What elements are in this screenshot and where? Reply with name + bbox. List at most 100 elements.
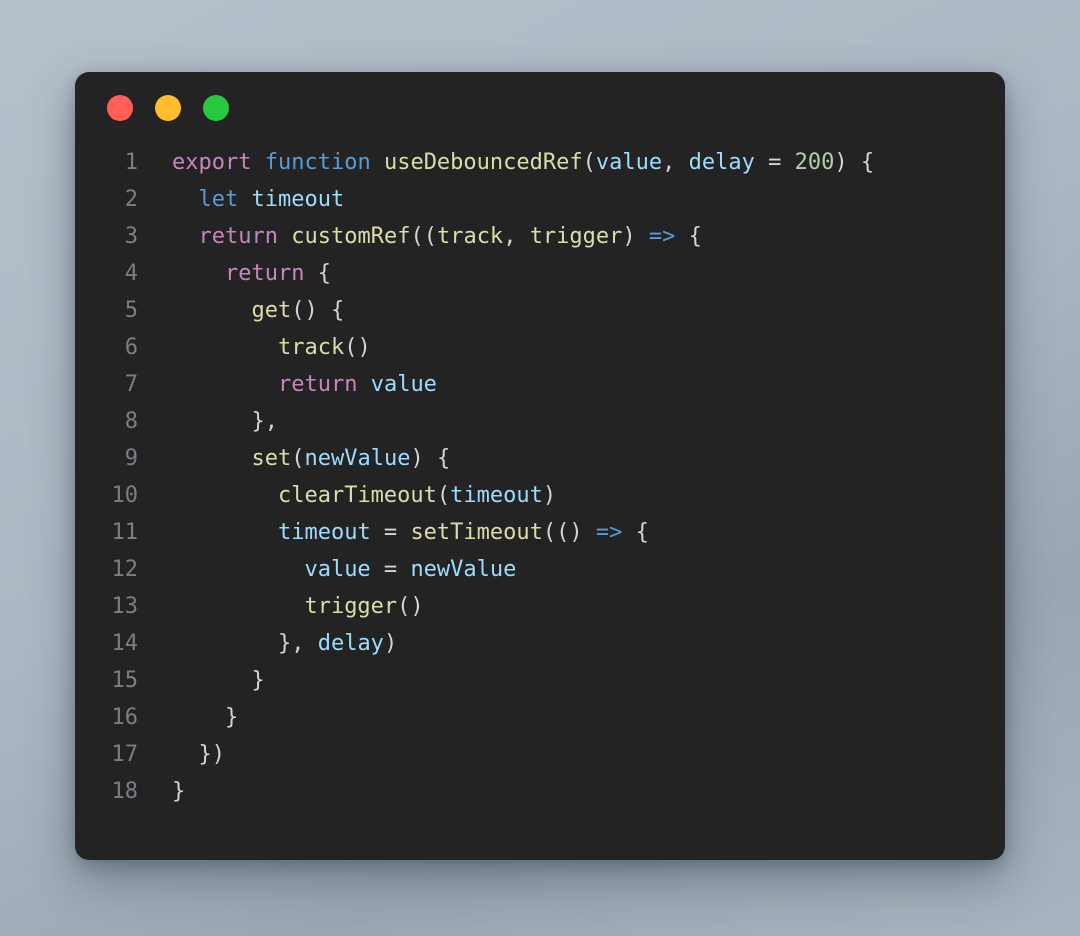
code-token: newValue [304,446,411,471]
line-number: 10 [111,483,139,508]
code-token: ) [622,224,649,249]
code-line[interactable]: 10 clearTimeout(timeout) [75,477,1005,514]
code-token: track [277,335,345,360]
code-token: export [172,150,252,175]
line-number: 7 [124,372,138,397]
code-line-text: return value [138,366,437,403]
code-token: delay [317,631,384,656]
code-token: }, [172,409,278,434]
code-line-text: let timeout [138,181,345,218]
code-line[interactable]: 6 track() [75,329,1005,366]
line-number: 16 [111,705,139,730]
code-token: } [172,668,265,693]
code-token: () { [291,298,345,323]
code-editor[interactable]: 1 export function useDebouncedRef(value, … [75,144,1005,810]
code-line[interactable]: 3 return customRef((track, trigger) => { [75,218,1005,255]
code-token: value [304,557,371,582]
code-line-text: track() [138,329,371,366]
code-line[interactable]: 17 }) [75,736,1005,773]
code-line-text: export function useDebouncedRef(value, d… [138,144,874,181]
code-token: setTimeout [410,520,543,545]
code-token: value [595,150,663,175]
code-token: = [370,520,411,545]
code-token: return [224,261,305,286]
code-token: { [622,520,649,545]
line-number: 1 [124,150,138,175]
line-number: 13 [111,594,139,619]
code-line-text: get() { [138,292,344,329]
code-line-text: value = newValue [138,551,516,588]
code-line-text: } [138,699,238,736]
code-token: , [662,150,689,175]
code-token: customRef [291,224,411,249]
code-line-text: timeout = setTimeout(() => { [138,514,649,551]
line-number: 3 [124,224,138,249]
code-line-text: return customRef((track, trigger) => { [138,218,702,255]
code-line-text: }, [138,403,278,440]
code-token: clearTimeout [277,483,437,508]
code-line-text: } [138,662,265,699]
code-token: timeout [251,187,345,212]
code-token: timeout [277,520,371,545]
close-button[interactable] [107,95,133,121]
code-line-text: trigger() [138,588,424,625]
minimize-button[interactable] [155,95,181,121]
code-token: trigger [529,224,623,249]
code-token: ( [436,483,451,508]
code-token: () [397,594,424,619]
code-line-text: return { [138,255,331,292]
code-line-text: }) [138,736,225,773]
code-token: , [503,224,530,249]
code-line[interactable]: 12 value = newValue [75,551,1005,588]
code-line[interactable]: 18} [75,773,1005,810]
code-token: = [754,150,795,175]
code-line[interactable]: 5 get() { [75,292,1005,329]
code-token: ) [383,631,398,656]
code-line[interactable]: 13 trigger() [75,588,1005,625]
zoom-button[interactable] [203,95,229,121]
code-token: function [264,150,371,175]
code-line[interactable]: 9 set(newValue) { [75,440,1005,477]
code-token: } [172,705,239,730]
line-number: 5 [124,298,138,323]
code-line[interactable]: 14 }, delay) [75,625,1005,662]
code-token: } [172,779,186,804]
code-token: return [198,224,278,249]
line-number: 6 [124,335,138,360]
code-line[interactable]: 11 timeout = setTimeout(() => { [75,514,1005,551]
line-number: 12 [111,557,139,582]
code-token: timeout [450,483,543,508]
code-token: 200 [794,150,835,175]
code-token: trigger [304,594,398,619]
code-token: { [304,261,331,286]
code-token: (() [542,520,596,545]
code-token: => [595,520,623,545]
code-line[interactable]: 16 } [75,699,1005,736]
code-token: track [436,224,504,249]
code-line[interactable]: 2 let timeout [75,181,1005,218]
code-token: => [648,224,676,249]
code-token: ) { [834,150,875,175]
code-line[interactable]: 4 return { [75,255,1005,292]
code-line[interactable]: 15 } [75,662,1005,699]
code-line-text: clearTimeout(timeout) [138,477,556,514]
code-line[interactable]: 1 export function useDebouncedRef(value, … [75,144,1005,181]
code-token: let [198,187,239,212]
code-line[interactable]: 8 }, [75,403,1005,440]
code-token: return [277,372,358,397]
code-token: ) { [410,446,451,471]
code-line[interactable]: 7 return value [75,366,1005,403]
